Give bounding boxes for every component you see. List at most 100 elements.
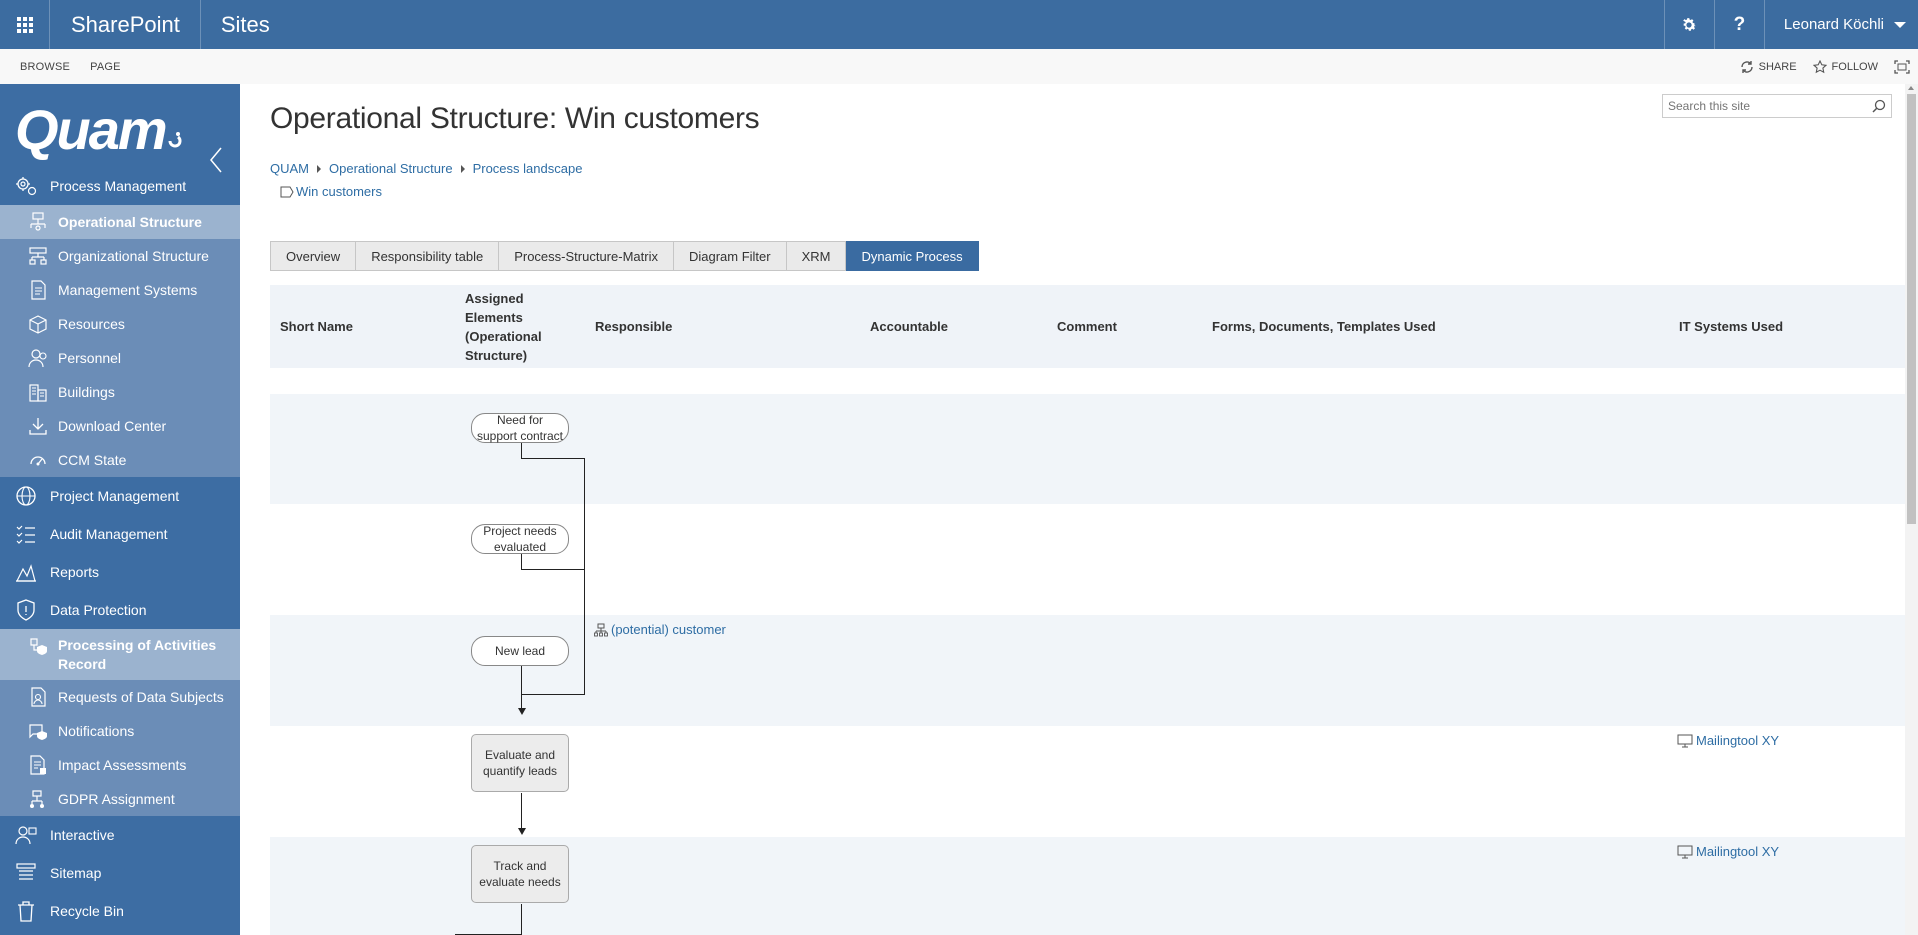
connector-line bbox=[521, 666, 522, 709]
column-header-short-name: Short Name bbox=[280, 319, 353, 334]
column-header-responsible: Responsible bbox=[595, 319, 673, 334]
building-icon bbox=[28, 382, 48, 402]
tab-dynamic-process[interactable]: Dynamic Process bbox=[846, 241, 979, 271]
table-row bbox=[270, 504, 1905, 615]
trash-icon bbox=[14, 899, 38, 923]
process-event-project-needs-evaluated[interactable]: Project needs evaluated bbox=[471, 524, 569, 554]
nav-group-reports[interactable]: Reports bbox=[0, 553, 240, 591]
nav-item-processing-activities-record[interactable]: Processing of Activities Record bbox=[0, 629, 240, 680]
scrollbar-thumb[interactable] bbox=[1907, 94, 1916, 524]
nav-group-data-protection[interactable]: Data Protection bbox=[0, 591, 240, 629]
nav-group-label: Audit Management bbox=[50, 526, 168, 542]
process-event-need-for-support-contract[interactable]: Need for support contract bbox=[471, 413, 569, 443]
gear-icon bbox=[1683, 17, 1697, 31]
responsible-link-label: (potential) customer bbox=[611, 622, 726, 637]
notification-icon bbox=[28, 721, 48, 741]
nav-group-process-management[interactable]: Process Management bbox=[0, 167, 240, 205]
breadcrumb-link-operational-structure[interactable]: Operational Structure bbox=[329, 161, 453, 176]
breadcrumb-link-quam[interactable]: QUAM bbox=[270, 161, 309, 176]
ribbon-tab-browse[interactable]: BROWSE bbox=[0, 61, 80, 73]
it-system-link[interactable]: Mailingtool XY bbox=[1677, 844, 1779, 859]
nav-item-organizational-structure[interactable]: Organizational Structure bbox=[0, 239, 240, 273]
responsible-link[interactable]: (potential) customer bbox=[594, 622, 726, 637]
connector-line bbox=[521, 443, 522, 459]
shield-icon bbox=[14, 598, 38, 622]
user-menu[interactable]: Leonard Köchli bbox=[1763, 0, 1918, 49]
nav-group-audit-management[interactable]: Audit Management bbox=[0, 515, 240, 553]
collapse-nav-icon[interactable] bbox=[207, 146, 225, 174]
chart-icon bbox=[14, 560, 38, 584]
nav-item-management-systems[interactable]: Management Systems bbox=[0, 273, 240, 307]
nav-item-label: Personnel bbox=[58, 350, 122, 366]
process-event-new-lead[interactable]: New lead bbox=[471, 636, 569, 666]
nav-item-label: Processing of Activities Record bbox=[58, 637, 217, 672]
quam-logo[interactable]: Quam bbox=[0, 84, 240, 173]
nav-group-sitemap[interactable]: Sitemap bbox=[0, 854, 240, 892]
org-unit-icon bbox=[594, 623, 608, 636]
node-label-line: New lead bbox=[494, 644, 546, 658]
nav-item-gdpr-assignment[interactable]: GDPR Assignment bbox=[0, 782, 240, 816]
nav-item-impact-assessments[interactable]: Impact Assessments bbox=[0, 748, 240, 782]
assessment-icon bbox=[28, 755, 48, 775]
search-icon[interactable] bbox=[1872, 99, 1886, 113]
ribbon-tab-page[interactable]: PAGE bbox=[80, 61, 131, 73]
ribbon: BROWSE PAGE SHARE FOLLOW bbox=[0, 49, 1918, 84]
nav-item-buildings[interactable]: Buildings bbox=[0, 375, 240, 409]
nav-item-resources[interactable]: Resources bbox=[0, 307, 240, 341]
sitemap-icon bbox=[14, 861, 38, 885]
tab-overview[interactable]: Overview bbox=[270, 241, 357, 271]
nav-group-recycle-bin[interactable]: Recycle Bin bbox=[0, 892, 240, 930]
process-task-track-evaluate-needs[interactable]: Track and evaluate needs bbox=[471, 845, 569, 903]
people-icon bbox=[14, 823, 38, 847]
focus-mode-button[interactable] bbox=[1894, 59, 1910, 74]
nav-item-ccm-state[interactable]: CCM State bbox=[0, 443, 240, 477]
sites-link[interactable]: Sites bbox=[201, 12, 270, 38]
column-header-it-systems: IT Systems Used bbox=[1679, 319, 1784, 334]
nav-item-personnel[interactable]: Personnel bbox=[0, 341, 240, 375]
follow-button[interactable]: FOLLOW bbox=[1812, 59, 1878, 74]
nav-item-notifications[interactable]: Notifications bbox=[0, 714, 240, 748]
breadcrumb-link-process-landscape[interactable]: Process landscape bbox=[473, 161, 583, 176]
connector-line bbox=[521, 458, 585, 459]
process-management-subitems: Operational Structure Organizational Str… bbox=[0, 205, 240, 477]
waffle-icon bbox=[16, 16, 33, 33]
nav-group-label: Interactive bbox=[50, 827, 115, 843]
monitor-icon bbox=[1677, 734, 1693, 747]
monitor-icon bbox=[1677, 845, 1693, 858]
column-header-assigned-elements: Assigned Elements (Operational Structure… bbox=[465, 285, 542, 368]
process-task-evaluate-quantify-leads[interactable]: Evaluate and quantify leads bbox=[471, 734, 569, 792]
current-process-crumb: Win customers bbox=[280, 184, 382, 199]
scroll-up-icon[interactable] bbox=[1908, 86, 1914, 90]
vertical-scrollbar[interactable] bbox=[1905, 84, 1918, 935]
nav-group-interactive[interactable]: Interactive bbox=[0, 816, 240, 854]
nav-item-requests-data-subjects[interactable]: Requests of Data Subjects bbox=[0, 680, 240, 714]
tab-process-structure-matrix[interactable]: Process-Structure-Matrix bbox=[499, 241, 674, 271]
current-process-link[interactable]: Win customers bbox=[296, 184, 382, 199]
share-button[interactable]: SHARE bbox=[1740, 60, 1797, 74]
column-header-forms: Forms, Documents, Templates Used bbox=[1212, 319, 1436, 334]
help-button[interactable]: ? bbox=[1713, 0, 1764, 49]
search-input[interactable] bbox=[1668, 99, 1872, 113]
request-icon bbox=[28, 687, 48, 707]
tab-diagram-filter[interactable]: Diagram Filter bbox=[673, 241, 787, 271]
nav-item-operational-structure[interactable]: Operational Structure bbox=[0, 205, 240, 239]
share-icon bbox=[1740, 60, 1753, 73]
star-icon bbox=[1812, 59, 1827, 73]
node-label-line: evaluate needs bbox=[479, 875, 561, 889]
org-icon bbox=[28, 246, 48, 266]
sharepoint-brand-link[interactable]: SharePoint bbox=[50, 0, 201, 49]
tab-responsibility-table[interactable]: Responsibility table bbox=[356, 241, 500, 271]
nav-item-label: Organizational Structure bbox=[58, 248, 209, 264]
nav-item-label: CCM State bbox=[58, 452, 127, 468]
nav-group-project-management[interactable]: Project Management bbox=[0, 477, 240, 515]
fullscreen-icon bbox=[1894, 59, 1910, 74]
nav-item-label: Operational Structure bbox=[58, 214, 202, 230]
app-launcher-button[interactable] bbox=[0, 0, 50, 49]
nav-item-download-center[interactable]: Download Center bbox=[0, 409, 240, 443]
it-system-link[interactable]: Mailingtool XY bbox=[1677, 733, 1779, 748]
table-row bbox=[270, 394, 1905, 504]
process-shape-icon bbox=[280, 186, 294, 197]
settings-button[interactable] bbox=[1663, 0, 1714, 49]
view-tabs: Overview Responsibility table Process-St… bbox=[270, 241, 979, 271]
tab-xrm[interactable]: XRM bbox=[786, 241, 847, 271]
